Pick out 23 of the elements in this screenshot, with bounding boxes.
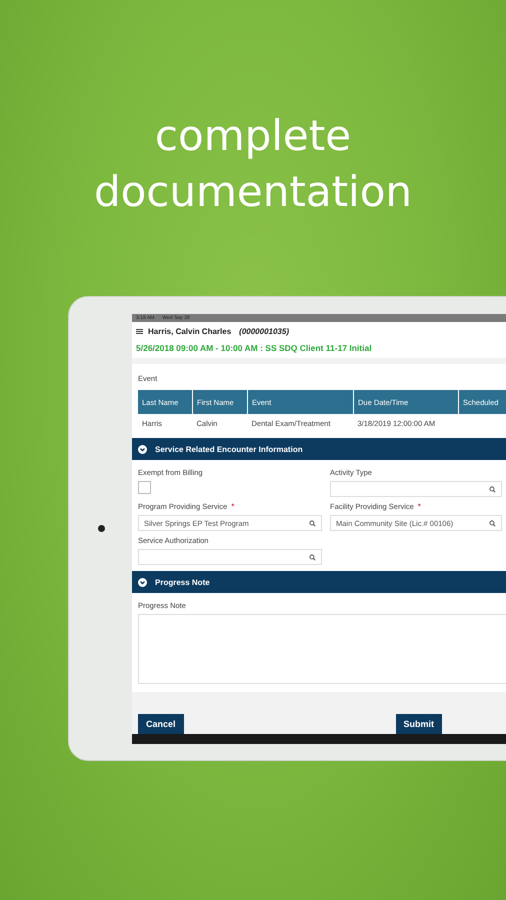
section-title: Service Related Encounter Information (155, 444, 303, 454)
checkbox[interactable] (138, 481, 151, 494)
section-header[interactable]: Progress Note (132, 571, 506, 593)
required-mark: * (231, 502, 234, 511)
search-icon[interactable] (309, 554, 316, 560)
chevron-down-icon (138, 444, 147, 454)
button[interactable]: Submit (396, 714, 442, 734)
headline: complete documentation (92, 110, 414, 218)
lookup-field[interactable] (138, 549, 322, 565)
patient-id: (0000001035) (239, 327, 289, 336)
search-icon[interactable] (489, 486, 496, 492)
section-header[interactable]: Service Related Encounter Information (132, 438, 506, 460)
search-icon[interactable] (489, 520, 496, 526)
required-mark: * (418, 502, 421, 511)
appointment-title: 5/26/2018 09:00 AM - 10:00 AM : SS SDQ Client 11-17 Initial (136, 343, 373, 353)
camera-dot (98, 525, 105, 532)
menu-icon[interactable] (136, 328, 143, 335)
chevron-down-icon (138, 578, 147, 586)
section-title: Progress Note (155, 578, 210, 586)
lookup-field[interactable] (330, 481, 502, 497)
patient-name: Harris, Calvin Charles (148, 327, 232, 336)
button[interactable]: Cancel (138, 714, 184, 734)
search-icon[interactable] (309, 520, 316, 526)
